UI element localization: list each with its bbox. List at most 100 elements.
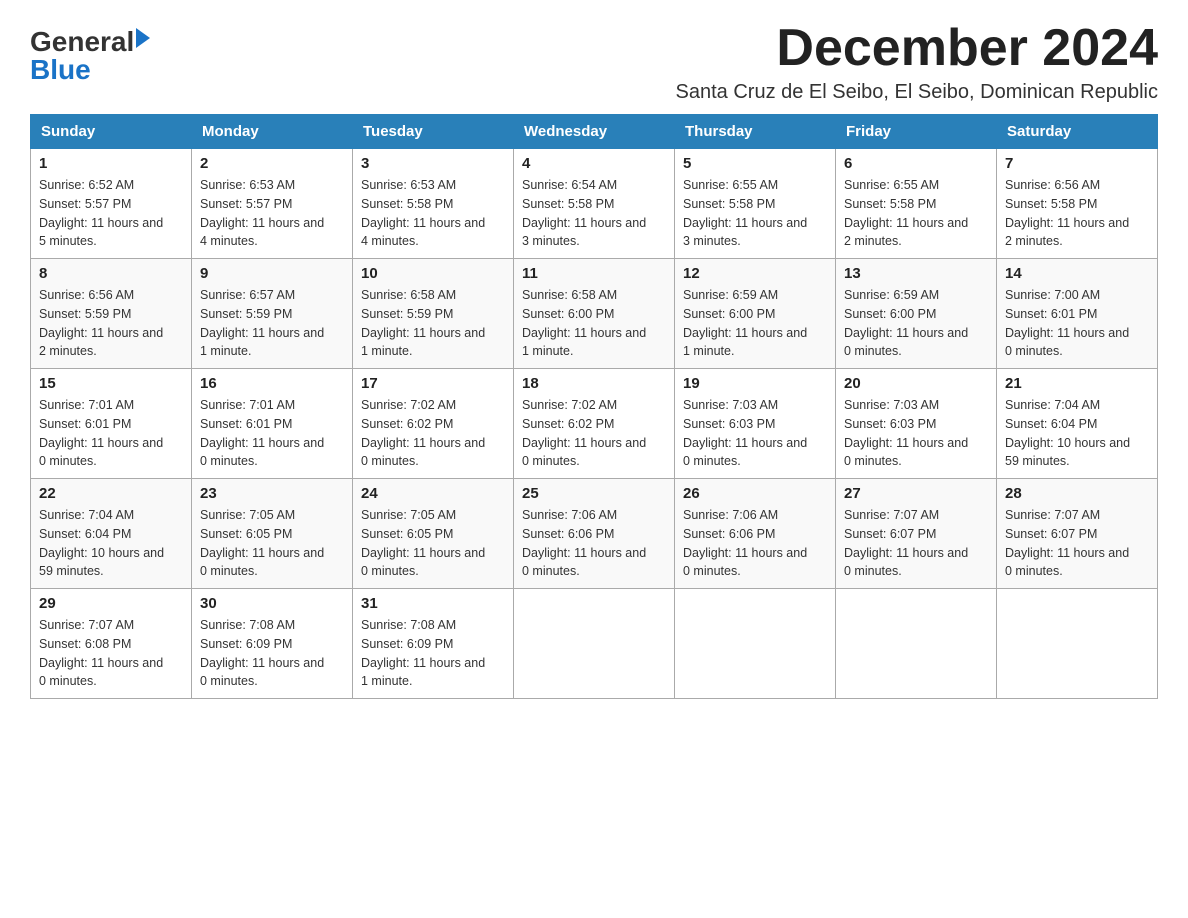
calendar-cell: 24 Sunrise: 7:05 AMSunset: 6:05 PMDayligh…: [353, 479, 514, 589]
calendar-cell: 18 Sunrise: 7:02 AMSunset: 6:02 PMDayligh…: [514, 369, 675, 479]
day-info: Sunrise: 6:59 AMSunset: 6:00 PMDaylight:…: [844, 286, 988, 361]
day-info: Sunrise: 6:56 AMSunset: 5:58 PMDaylight:…: [1005, 176, 1149, 251]
calendar-cell: 6 Sunrise: 6:55 AMSunset: 5:58 PMDaylight…: [836, 149, 997, 259]
day-info: Sunrise: 6:52 AMSunset: 5:57 PMDaylight:…: [39, 176, 183, 251]
day-info: Sunrise: 6:58 AMSunset: 5:59 PMDaylight:…: [361, 286, 505, 361]
day-info: Sunrise: 6:58 AMSunset: 6:00 PMDaylight:…: [522, 286, 666, 361]
calendar-cell: [514, 589, 675, 699]
calendar-cell: 9Sunrise: 6:57 AMSunset: 5:59 PMDaylight…: [192, 259, 353, 369]
day-number: 19: [683, 375, 827, 392]
day-number: 9: [200, 265, 344, 282]
day-info: Sunrise: 6:55 AMSunset: 5:58 PMDaylight:…: [844, 176, 988, 251]
weekday-header-row: SundayMondayTuesdayWednesdayThursdayFrid…: [31, 115, 1158, 149]
logo-arrow-icon: [136, 28, 150, 48]
calendar-cell: 10 Sunrise: 6:58 AMSunset: 5:59 PMDayligh…: [353, 259, 514, 369]
subtitle: Santa Cruz de El Seibo, El Seibo, Domini…: [676, 81, 1158, 104]
calendar-week-row: 15Sunrise: 7:01 AMSunset: 6:01 PMDayligh…: [31, 369, 1158, 479]
calendar-cell: [997, 589, 1158, 699]
logo-blue: Blue: [30, 56, 150, 84]
calendar-cell: 22 Sunrise: 7:04 AMSunset: 6:04 PMDayligh…: [31, 479, 192, 589]
weekday-header-friday: Friday: [836, 115, 997, 149]
day-number: 11: [522, 265, 666, 282]
day-number: 7: [1005, 155, 1149, 172]
calendar-cell: 15Sunrise: 7:01 AMSunset: 6:01 PMDayligh…: [31, 369, 192, 479]
day-number: 5: [683, 155, 827, 172]
calendar-cell: 13 Sunrise: 6:59 AMSunset: 6:00 PMDayligh…: [836, 259, 997, 369]
day-info: Sunrise: 7:02 AMSunset: 6:02 PMDaylight:…: [522, 396, 666, 471]
weekday-header-wednesday: Wednesday: [514, 115, 675, 149]
day-number: 23: [200, 485, 344, 502]
day-number: 18: [522, 375, 666, 392]
calendar-cell: 26Sunrise: 7:06 AMSunset: 6:06 PMDayligh…: [675, 479, 836, 589]
weekday-header-tuesday: Tuesday: [353, 115, 514, 149]
day-info: Sunrise: 7:05 AMSunset: 6:05 PMDaylight:…: [361, 506, 505, 581]
day-number: 22: [39, 485, 183, 502]
calendar-cell: 16 Sunrise: 7:01 AMSunset: 6:01 PMDayligh…: [192, 369, 353, 479]
day-number: 16: [200, 375, 344, 392]
day-info: Sunrise: 7:03 AMSunset: 6:03 PMDaylight:…: [683, 396, 827, 471]
day-number: 21: [1005, 375, 1149, 392]
calendar-cell: 5Sunrise: 6:55 AMSunset: 5:58 PMDaylight…: [675, 149, 836, 259]
day-info: Sunrise: 7:04 AMSunset: 6:04 PMDaylight:…: [1005, 396, 1149, 471]
day-number: 6: [844, 155, 988, 172]
calendar-cell: 1 Sunrise: 6:52 AMSunset: 5:57 PMDaylight…: [31, 149, 192, 259]
calendar-cell: 17 Sunrise: 7:02 AMSunset: 6:02 PMDayligh…: [353, 369, 514, 479]
day-number: 2: [200, 155, 344, 172]
calendar-week-row: 1 Sunrise: 6:52 AMSunset: 5:57 PMDaylight…: [31, 149, 1158, 259]
day-info: Sunrise: 7:04 AMSunset: 6:04 PMDaylight:…: [39, 506, 183, 581]
day-info: Sunrise: 7:08 AMSunset: 6:09 PMDaylight:…: [200, 616, 344, 691]
day-info: Sunrise: 7:05 AMSunset: 6:05 PMDaylight:…: [200, 506, 344, 581]
day-number: 28: [1005, 485, 1149, 502]
title-area: December 2024 Santa Cruz de El Seibo, El…: [676, 20, 1158, 104]
day-info: Sunrise: 7:07 AMSunset: 6:07 PMDaylight:…: [844, 506, 988, 581]
day-number: 17: [361, 375, 505, 392]
day-number: 3: [361, 155, 505, 172]
day-number: 13: [844, 265, 988, 282]
calendar-cell: 11 Sunrise: 6:58 AMSunset: 6:00 PMDayligh…: [514, 259, 675, 369]
day-info: Sunrise: 7:02 AMSunset: 6:02 PMDaylight:…: [361, 396, 505, 471]
day-number: 30: [200, 595, 344, 612]
calendar-week-row: 8 Sunrise: 6:56 AMSunset: 5:59 PMDaylight…: [31, 259, 1158, 369]
day-number: 20: [844, 375, 988, 392]
weekday-header-thursday: Thursday: [675, 115, 836, 149]
calendar-cell: 20 Sunrise: 7:03 AMSunset: 6:03 PMDayligh…: [836, 369, 997, 479]
main-title: December 2024: [676, 20, 1158, 77]
day-info: Sunrise: 7:07 AMSunset: 6:07 PMDaylight:…: [1005, 506, 1149, 581]
calendar-cell: 25Sunrise: 7:06 AMSunset: 6:06 PMDayligh…: [514, 479, 675, 589]
day-info: Sunrise: 6:56 AMSunset: 5:59 PMDaylight:…: [39, 286, 183, 361]
calendar-cell: 2 Sunrise: 6:53 AMSunset: 5:57 PMDaylight…: [192, 149, 353, 259]
day-number: 1: [39, 155, 183, 172]
weekday-header-saturday: Saturday: [997, 115, 1158, 149]
day-info: Sunrise: 6:53 AMSunset: 5:58 PMDaylight:…: [361, 176, 505, 251]
weekday-header-sunday: Sunday: [31, 115, 192, 149]
day-number: 4: [522, 155, 666, 172]
calendar-cell: 31Sunrise: 7:08 AMSunset: 6:09 PMDayligh…: [353, 589, 514, 699]
calendar-week-row: 29 Sunrise: 7:07 AMSunset: 6:08 PMDayligh…: [31, 589, 1158, 699]
day-info: Sunrise: 7:03 AMSunset: 6:03 PMDaylight:…: [844, 396, 988, 471]
day-number: 29: [39, 595, 183, 612]
page-header: General Blue December 2024 Santa Cruz de…: [30, 20, 1158, 104]
day-number: 12: [683, 265, 827, 282]
day-number: 8: [39, 265, 183, 282]
day-info: Sunrise: 7:07 AMSunset: 6:08 PMDaylight:…: [39, 616, 183, 691]
day-info: Sunrise: 7:08 AMSunset: 6:09 PMDaylight:…: [361, 616, 505, 691]
weekday-header-monday: Monday: [192, 115, 353, 149]
day-info: Sunrise: 7:01 AMSunset: 6:01 PMDaylight:…: [200, 396, 344, 471]
day-info: Sunrise: 6:59 AMSunset: 6:00 PMDaylight:…: [683, 286, 827, 361]
day-info: Sunrise: 7:06 AMSunset: 6:06 PMDaylight:…: [522, 506, 666, 581]
calendar-week-row: 22 Sunrise: 7:04 AMSunset: 6:04 PMDayligh…: [31, 479, 1158, 589]
day-number: 24: [361, 485, 505, 502]
calendar-cell: 7 Sunrise: 6:56 AMSunset: 5:58 PMDaylight…: [997, 149, 1158, 259]
day-info: Sunrise: 7:01 AMSunset: 6:01 PMDaylight:…: [39, 396, 183, 471]
day-number: 10: [361, 265, 505, 282]
calendar-cell: 29 Sunrise: 7:07 AMSunset: 6:08 PMDayligh…: [31, 589, 192, 699]
calendar-cell: [836, 589, 997, 699]
day-info: Sunrise: 6:53 AMSunset: 5:57 PMDaylight:…: [200, 176, 344, 251]
day-info: Sunrise: 7:00 AMSunset: 6:01 PMDaylight:…: [1005, 286, 1149, 361]
calendar-cell: 28 Sunrise: 7:07 AMSunset: 6:07 PMDayligh…: [997, 479, 1158, 589]
calendar-cell: 30 Sunrise: 7:08 AMSunset: 6:09 PMDayligh…: [192, 589, 353, 699]
day-number: 14: [1005, 265, 1149, 282]
calendar-cell: [675, 589, 836, 699]
day-info: Sunrise: 6:54 AMSunset: 5:58 PMDaylight:…: [522, 176, 666, 251]
logo: General Blue: [30, 28, 150, 84]
